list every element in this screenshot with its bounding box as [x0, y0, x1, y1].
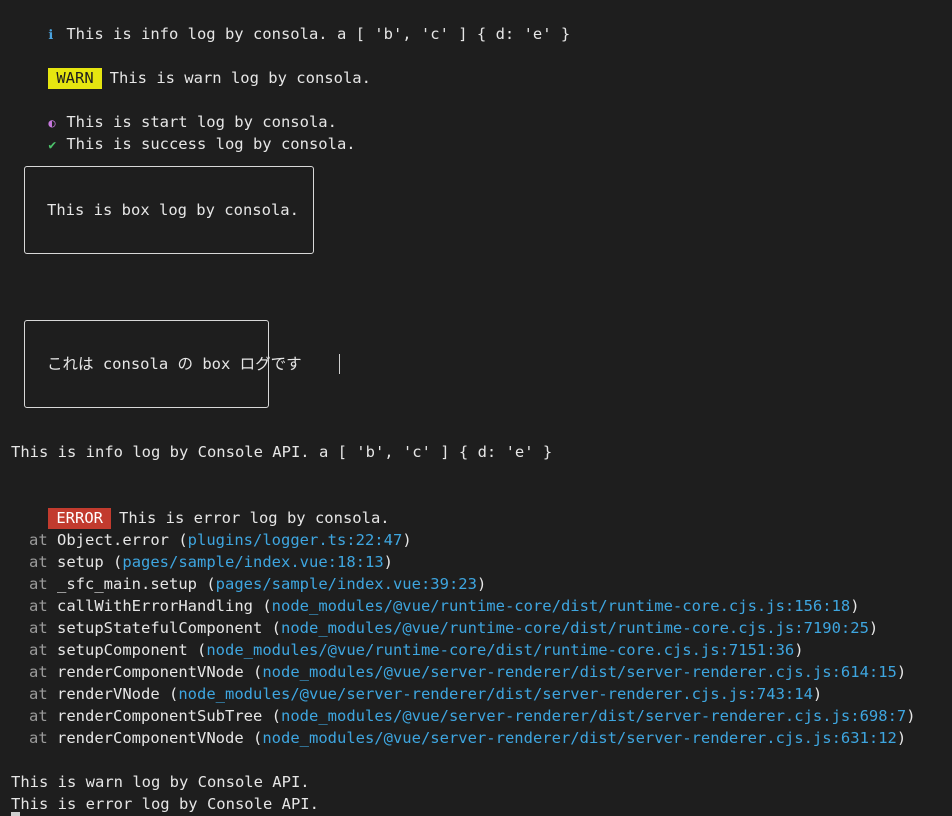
- stack-location-link[interactable]: node_modules/@vue/server-renderer/dist/s…: [178, 685, 813, 703]
- stack-frame: at renderComponentVNode (node_modules/@v…: [29, 729, 907, 747]
- stack-function: setupComponent: [57, 641, 188, 659]
- stack-frame: at setupComponent (node_modules/@vue/run…: [29, 641, 804, 659]
- stack-function: setup: [57, 553, 104, 571]
- stack-at: at: [29, 597, 48, 615]
- terminal-output: ℹ This is info log by consola. a [ 'b', '…: [0, 0, 952, 816]
- stack-function: _sfc_main.setup: [57, 575, 197, 593]
- stack-at: at: [29, 641, 48, 659]
- success-log-text: This is success log by consola.: [66, 135, 356, 153]
- info-log-line: ℹ This is info log by consola. a [ 'b', '…: [11, 1, 570, 43]
- stack-function: renderComponentVNode: [57, 729, 244, 747]
- terminal-cursor: [11, 812, 20, 816]
- stack-function: renderComponentSubTree: [57, 707, 263, 725]
- stack-at: at: [29, 553, 48, 571]
- stack-frame: at renderComponentVNode (node_modules/@v…: [29, 663, 907, 681]
- stack-frame: at Object.error (plugins/logger.ts:22:47…: [29, 531, 412, 549]
- stack-location-link[interactable]: node_modules/@vue/runtime-core/dist/runt…: [272, 597, 851, 615]
- stack-function: callWithErrorHandling: [57, 597, 253, 615]
- success-log-line: ✔ This is success log by consola.: [11, 111, 355, 153]
- stack-location-link[interactable]: pages/sample/index.vue:18:13: [122, 553, 383, 571]
- warn-badge: WARN: [48, 68, 102, 89]
- error-badge: ERROR: [48, 508, 111, 529]
- stack-frame: at callWithErrorHandling (node_modules/@…: [29, 597, 860, 615]
- box-log-text: This is box log by consola.: [47, 201, 299, 219]
- stack-at: at: [29, 663, 48, 681]
- stack-at: at: [29, 619, 48, 637]
- stack-frame: at renderVNode (node_modules/@vue/server…: [29, 685, 823, 703]
- stack-at: at: [29, 531, 48, 549]
- info-log-text: This is info log by consola. a [ 'b', 'c…: [66, 25, 571, 43]
- start-log-line: ◐ This is start log by consola.: [11, 89, 337, 131]
- stack-location-link[interactable]: plugins/logger.ts:22:47: [188, 531, 403, 549]
- stack-function: setupStatefulComponent: [57, 619, 263, 637]
- console-api-error-line: This is error log by Console API.: [11, 795, 319, 813]
- console-api-warn-line: This is warn log by Console API.: [11, 773, 310, 791]
- stack-function: renderComponentVNode: [57, 663, 244, 681]
- stack-location-link[interactable]: node_modules/@vue/runtime-core/dist/runt…: [206, 641, 794, 659]
- console-api-info-line: This is info log by Console API. a [ 'b'…: [11, 443, 553, 461]
- warn-log-line: WARN This is warn log by consola.: [11, 45, 371, 89]
- stack-frame: at renderComponentSubTree (node_modules/…: [29, 707, 916, 725]
- stack-function: renderVNode: [57, 685, 160, 703]
- text-cursor: [339, 354, 340, 374]
- stack-location-link[interactable]: node_modules/@vue/runtime-core/dist/runt…: [281, 619, 869, 637]
- stack-location-link[interactable]: node_modules/@vue/server-renderer/dist/s…: [262, 729, 897, 747]
- stack-at: at: [29, 729, 48, 747]
- error-log-line: ERROR This is error log by consola.: [11, 485, 390, 529]
- stack-frame: at setupStatefulComponent (node_modules/…: [29, 619, 879, 637]
- box-log-japanese-text: これは consola の box ログです: [47, 355, 302, 373]
- stack-location-link[interactable]: node_modules/@vue/server-renderer/dist/s…: [262, 663, 897, 681]
- stack-frame: at setup (pages/sample/index.vue:18:13): [29, 553, 393, 571]
- stack-location-link[interactable]: node_modules/@vue/server-renderer/dist/s…: [281, 707, 906, 725]
- stack-at: at: [29, 685, 48, 703]
- stack-frame: at _sfc_main.setup (pages/sample/index.v…: [29, 575, 487, 593]
- stack-at: at: [29, 575, 48, 593]
- stack-at: at: [29, 707, 48, 725]
- warn-log-text: This is warn log by consola.: [109, 69, 371, 87]
- info-icon: ℹ: [48, 28, 54, 43]
- stack-location-link[interactable]: pages/sample/index.vue:39:23: [216, 575, 477, 593]
- error-log-text: This is error log by consola.: [119, 509, 390, 527]
- stack-function: Object.error: [57, 531, 169, 549]
- success-icon: ✔: [48, 138, 57, 153]
